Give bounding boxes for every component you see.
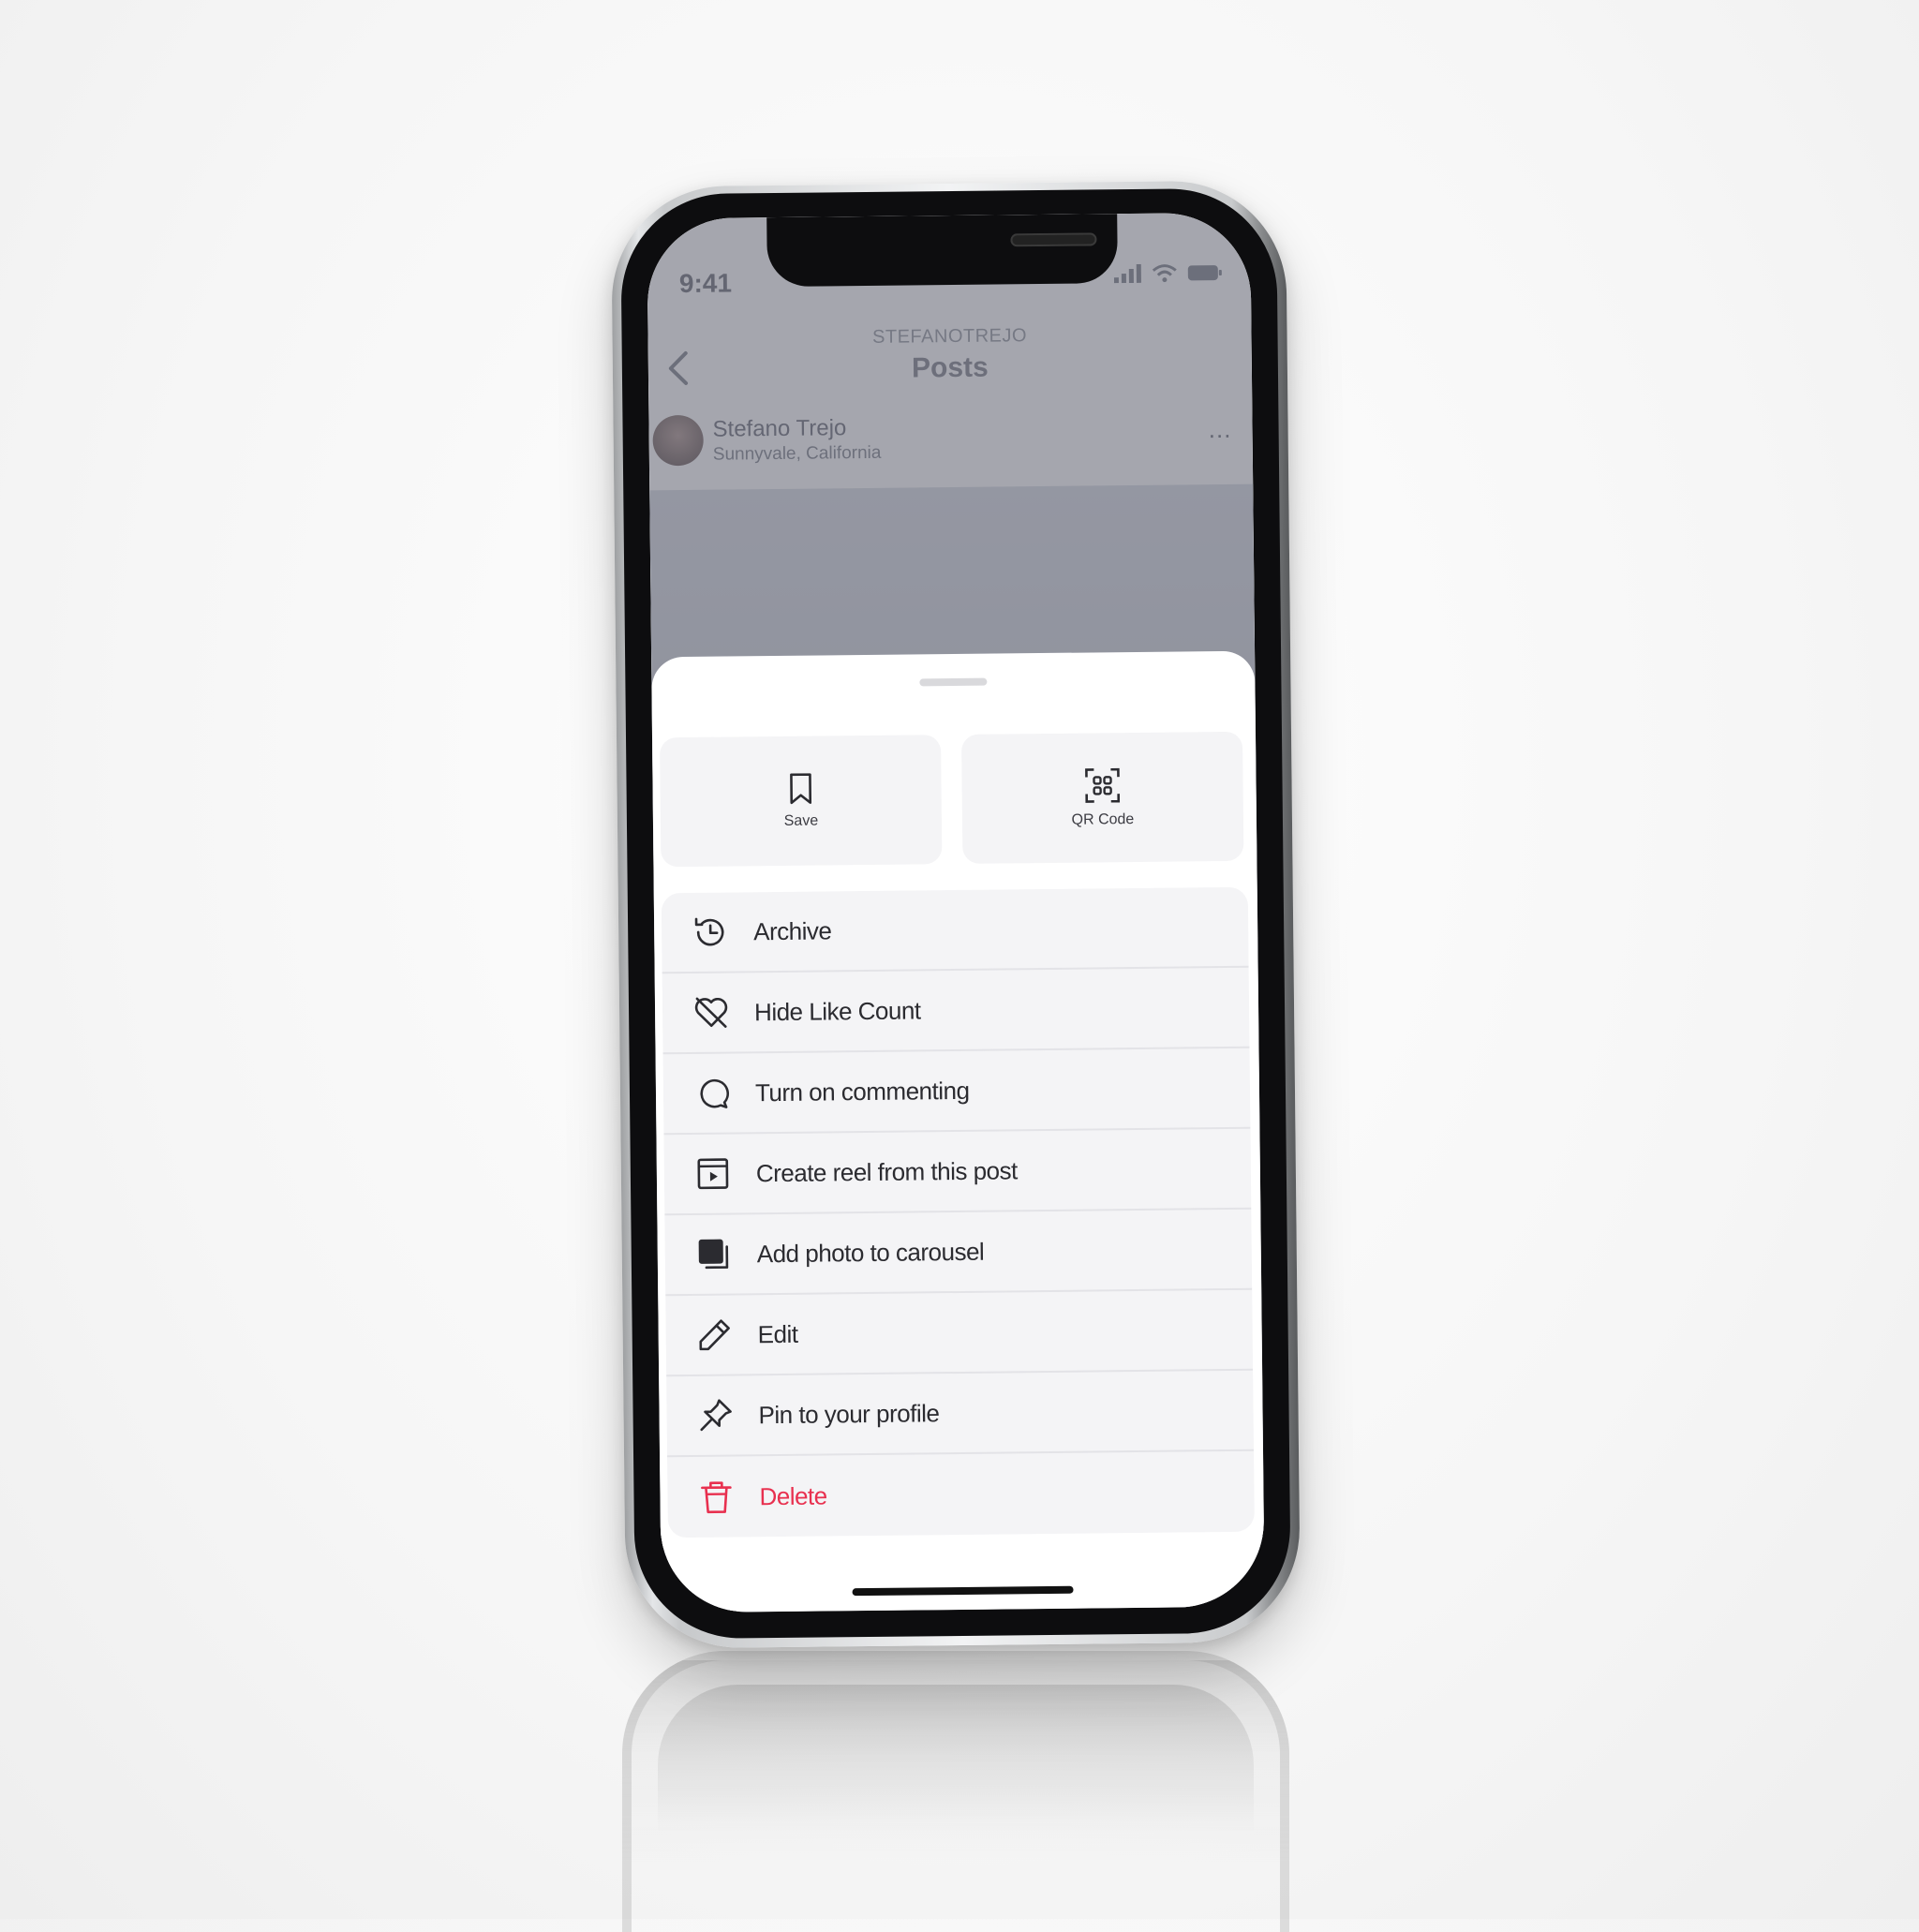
menu-item-create-reel[interactable]: Create reel from this post xyxy=(663,1128,1252,1216)
reflection-screen xyxy=(658,1685,1254,1932)
product-photo-stage: 9:41 STEFANOTREJO Posts Stefano Trejo Su… xyxy=(0,0,1919,1932)
menu-label-turn-on-commenting: Turn on commenting xyxy=(754,1076,970,1107)
phone-screen: 9:41 STEFANOTREJO Posts Stefano Trejo Su… xyxy=(647,212,1265,1613)
menu-label-pin-to-profile: Pin to your profile xyxy=(758,1398,940,1429)
phone-reflection xyxy=(622,1651,1289,1932)
reel-icon xyxy=(692,1152,734,1194)
sheet-grabber[interactable] xyxy=(919,677,988,687)
menu-item-add-photo-to-carousel[interactable]: Add photo to carousel xyxy=(664,1209,1253,1297)
save-label: Save xyxy=(783,812,819,829)
menu-item-delete[interactable]: Delete xyxy=(667,1451,1255,1538)
menu-item-edit[interactable]: Edit xyxy=(665,1289,1254,1377)
home-indicator[interactable] xyxy=(852,1585,1074,1597)
menu-label-edit: Edit xyxy=(757,1319,798,1348)
menu-item-turn-on-commenting[interactable]: Turn on commenting xyxy=(662,1048,1251,1136)
menu-label-hide-like-count: Hide Like Count xyxy=(753,995,921,1026)
pencil-icon xyxy=(693,1314,735,1355)
qr-scan-icon xyxy=(1085,767,1121,803)
menu-label-add-photo-to-carousel: Add photo to carousel xyxy=(756,1237,985,1268)
save-button[interactable]: Save xyxy=(660,735,943,868)
qr-code-label: QR Code xyxy=(1071,811,1135,828)
bookmark-icon xyxy=(790,773,812,805)
archive-history-icon xyxy=(690,912,731,953)
menu-label-create-reel: Create reel from this post xyxy=(755,1155,1018,1187)
phone: 9:41 STEFANOTREJO Posts Stefano Trejo Su… xyxy=(610,180,1302,1649)
menu-item-pin-to-profile[interactable]: Pin to your profile xyxy=(666,1370,1255,1458)
speaker xyxy=(1010,232,1097,247)
notch xyxy=(766,214,1118,288)
menu-label-delete: Delete xyxy=(759,1480,827,1510)
options-sheet: Save QR Code Archive Hide Like Count Tur… xyxy=(651,650,1265,1613)
phone-bezel: 9:41 STEFANOTREJO Posts Stefano Trejo Su… xyxy=(619,187,1292,1640)
menu-label-archive: Archive xyxy=(753,915,832,945)
options-menu: Archive Hide Like Count Turn on commenti… xyxy=(661,886,1255,1538)
trash-icon xyxy=(695,1476,736,1517)
menu-item-archive[interactable]: Archive xyxy=(661,886,1249,974)
carousel-icon xyxy=(693,1233,735,1274)
action-tiles: Save QR Code xyxy=(660,731,1244,868)
menu-item-hide-like-count[interactable]: Hide Like Count xyxy=(662,967,1250,1055)
heart-off-icon xyxy=(691,992,732,1033)
comment-bubble-icon xyxy=(692,1073,733,1114)
qr-code-button[interactable]: QR Code xyxy=(960,731,1244,864)
pin-icon xyxy=(694,1394,736,1435)
